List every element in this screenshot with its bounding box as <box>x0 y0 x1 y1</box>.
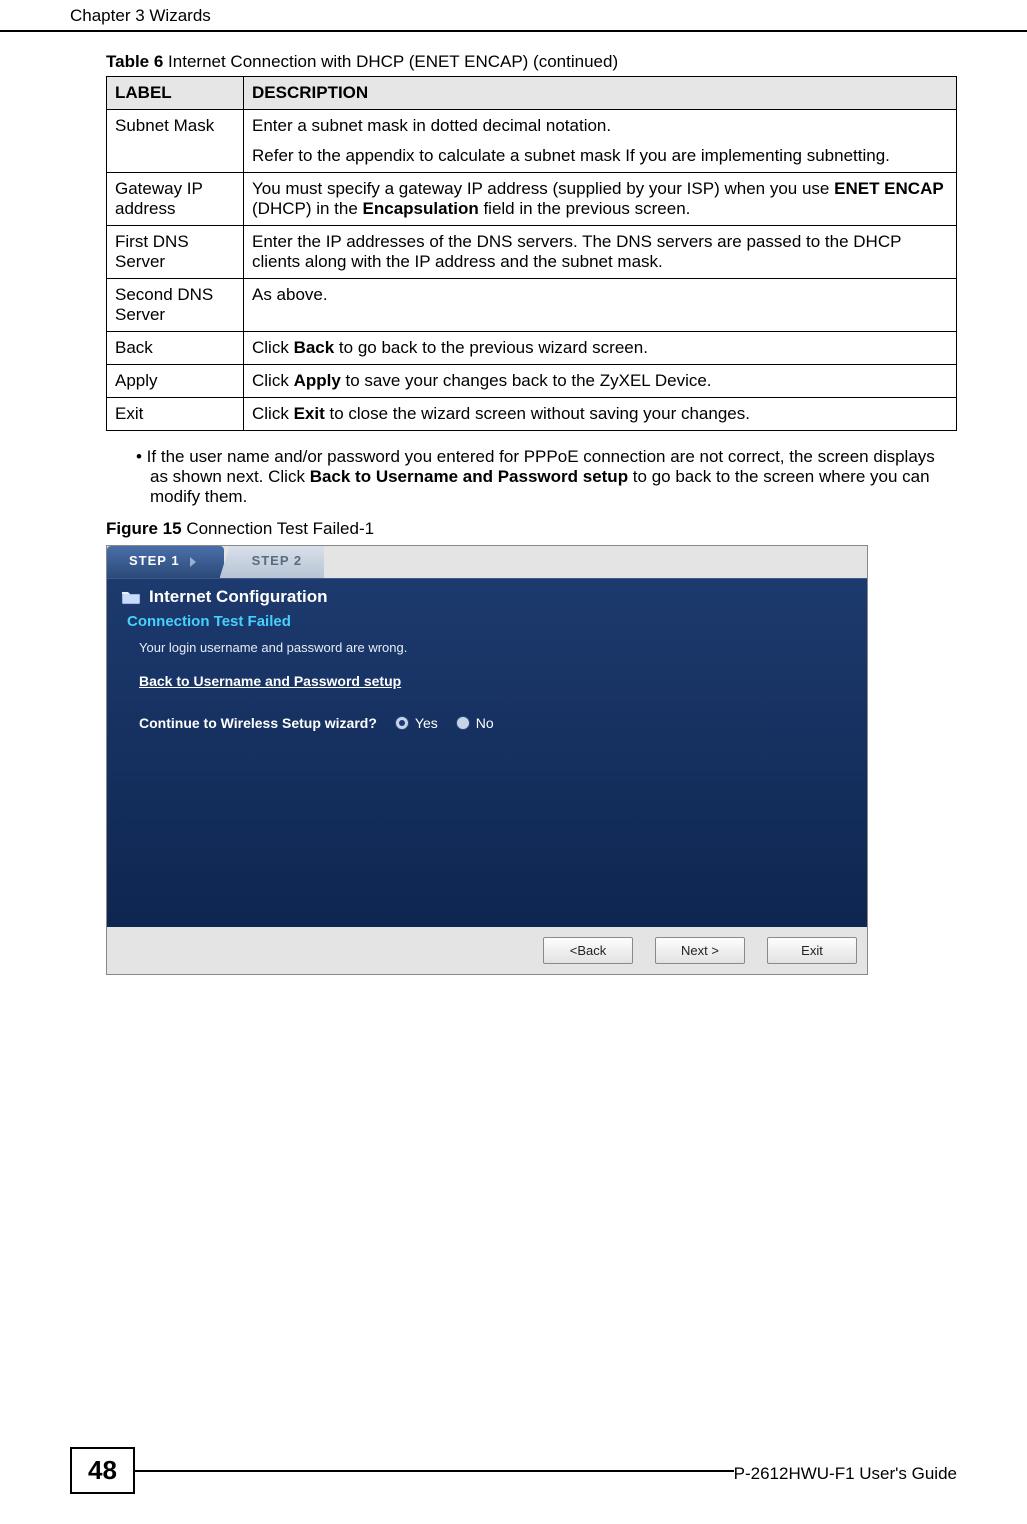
cell-desc: Click Apply to save your changes back to… <box>244 365 957 398</box>
wizard-button-bar: <Back Next > Exit <box>107 927 867 974</box>
tab-step1[interactable]: STEP 1 <box>107 546 224 578</box>
chapter-label: Chapter 3 Wizards <box>70 6 211 25</box>
desc-line: Enter a subnet mask in dotted decimal no… <box>252 116 948 136</box>
back-to-username-password-link[interactable]: Back to Username and Password setup <box>139 673 401 689</box>
page-number: 48 <box>70 1447 135 1494</box>
table-row: Back Click Back to go back to the previo… <box>107 332 957 365</box>
radio-no[interactable]: No <box>456 715 494 731</box>
figure-title-text: Connection Test Failed-1 <box>182 519 374 538</box>
panel-title: Internet Configuration <box>149 587 327 607</box>
figure-number: Figure 15 <box>106 519 182 538</box>
exit-button[interactable]: Exit <box>767 937 857 964</box>
page-footer: 48 P-2612HWU-F1 User's Guide <box>0 1447 1027 1494</box>
connection-test-failed-heading: Connection Test Failed <box>127 613 853 630</box>
table-number: Table 6 <box>106 52 163 71</box>
cell-label: Gateway IP address <box>107 173 244 226</box>
table-row: Apply Click Apply to save your changes b… <box>107 365 957 398</box>
radio-label: No <box>476 715 494 731</box>
running-header: Chapter 3 Wizards <box>0 0 1027 32</box>
radio-label: Yes <box>415 715 438 731</box>
cell-label: Exit <box>107 398 244 431</box>
table-row: First DNS Server Enter the IP addresses … <box>107 226 957 279</box>
wizard-panel: Internet Configuration Connection Test F… <box>107 578 867 927</box>
radio-icon <box>395 716 409 730</box>
cell-desc: Click Exit to close the wizard screen wi… <box>244 398 957 431</box>
panel-header: Internet Configuration <box>121 587 853 607</box>
next-button[interactable]: Next > <box>655 937 745 964</box>
table-title-text: Internet Connection with DHCP (ENET ENCA… <box>163 52 618 71</box>
th-label: LABEL <box>107 77 244 110</box>
question-text: Continue to Wireless Setup wizard? <box>139 715 377 731</box>
continue-wireless-question: Continue to Wireless Setup wizard? Yes N… <box>139 715 853 731</box>
cell-desc: Enter the IP addresses of the DNS server… <box>244 226 957 279</box>
th-description: DESCRIPTION <box>244 77 957 110</box>
cell-desc: As above. <box>244 279 957 332</box>
cell-desc: Enter a subnet mask in dotted decimal no… <box>244 110 957 173</box>
cell-label: Apply <box>107 365 244 398</box>
cell-label: First DNS Server <box>107 226 244 279</box>
error-message: Your login username and password are wro… <box>139 640 853 655</box>
cell-label: Second DNS Server <box>107 279 244 332</box>
table-row: Gateway IP address You must specify a ga… <box>107 173 957 226</box>
cell-desc: Click Back to go back to the previous wi… <box>244 332 957 365</box>
table-row: Subnet Mask Enter a subnet mask in dotte… <box>107 110 957 173</box>
radio-yes[interactable]: Yes <box>395 715 438 731</box>
body-paragraph: • If the user name and/or password you e… <box>136 447 957 507</box>
back-button[interactable]: <Back <box>543 937 633 964</box>
cell-label: Subnet Mask <box>107 110 244 173</box>
description-table: LABEL DESCRIPTION Subnet Mask Enter a su… <box>106 76 957 431</box>
desc-line: Refer to the appendix to calculate a sub… <box>252 146 948 166</box>
cell-desc: You must specify a gateway IP address (s… <box>244 173 957 226</box>
radio-icon <box>456 716 470 730</box>
guide-title: P-2612HWU-F1 User's Guide <box>734 1458 957 1484</box>
table-caption: Table 6 Internet Connection with DHCP (E… <box>106 52 957 72</box>
wizard-screenshot: STEP 1 STEP 2 Internet Configuration Con… <box>106 545 868 975</box>
footer-rule <box>135 1470 734 1472</box>
cell-label: Back <box>107 332 244 365</box>
wizard-step-tabs: STEP 1 STEP 2 <box>107 546 867 578</box>
figure-caption: Figure 15 Connection Test Failed-1 <box>106 519 957 539</box>
table-row: Exit Click Exit to close the wizard scre… <box>107 398 957 431</box>
chevron-right-icon <box>190 557 196 567</box>
table-row: Second DNS Server As above. <box>107 279 957 332</box>
tab-step2[interactable]: STEP 2 <box>220 546 325 578</box>
folder-icon <box>121 589 141 605</box>
